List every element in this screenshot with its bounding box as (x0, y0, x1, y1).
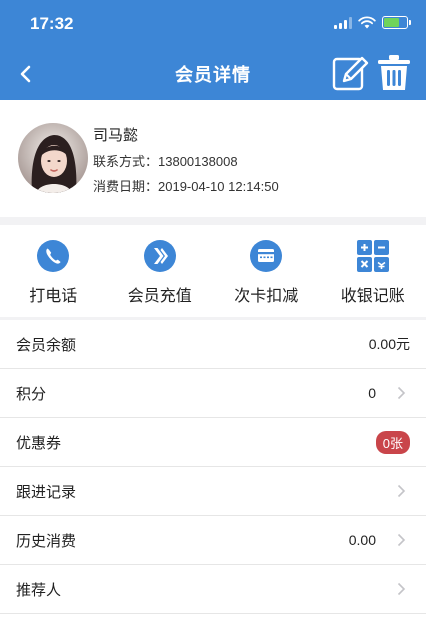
wifi-icon (358, 16, 376, 29)
card-deduct-button[interactable]: 次卡扣减 (213, 225, 320, 317)
signal-icon (334, 16, 352, 29)
chevron-right-icon (397, 386, 406, 400)
member-name: 司马懿 (93, 127, 139, 144)
trash-icon[interactable] (376, 54, 412, 92)
avatar (18, 123, 88, 193)
points-label: 积分 (16, 385, 47, 403)
date-value: 2019-04-10 12:14:50 (158, 179, 279, 194)
phone-icon (37, 240, 70, 272)
call-label: 打电话 (29, 288, 78, 305)
member-profile: 司马懿 联系方式：13800138008 消费日期：2019-04-10 12:… (0, 100, 426, 217)
cashier-label: 收银记账 (340, 288, 405, 305)
chevron-right-icon (397, 533, 406, 547)
history-row[interactable]: 历史消费 0.00 (0, 516, 426, 565)
navigation-bar: 会员详情 (0, 48, 426, 100)
balance-row: 会员余额 0.00元 (0, 320, 426, 369)
card-deduct-icon (250, 240, 283, 272)
calculator-icon (356, 240, 389, 272)
contact-label: 联系方式： (93, 154, 159, 169)
balance-value: 0.00元 (368, 336, 410, 352)
balance-label: 会员余额 (16, 336, 77, 354)
action-bar: 打电话 会员充值 次卡扣减 收银记账 (0, 225, 426, 317)
date-line: 消费日期：2019-04-10 12:14:50 (93, 176, 279, 195)
points-row[interactable]: 积分 0 (0, 369, 426, 418)
referrer-row[interactable]: 推荐人 (0, 565, 426, 614)
chevron-right-icon (397, 582, 406, 596)
member-detail-list: 会员余额 0.00元 积分 0 优惠券 0张 跟进记录 历史消费 0.00 推荐… (0, 320, 426, 632)
battery-icon (382, 16, 411, 29)
member-info: 司马懿 联系方式：13800138008 消费日期：2019-04-10 12:… (93, 124, 279, 201)
coupon-count-badge: 0张 (375, 430, 410, 454)
edit-icon[interactable] (332, 54, 370, 92)
followup-label: 跟进记录 (16, 483, 77, 501)
points-value: 0 (368, 385, 376, 401)
chevron-right-icon (397, 484, 406, 498)
history-label: 历史消费 (16, 532, 77, 550)
status-bar: 17:32 (0, 0, 426, 48)
top-bar: 17:32 会员详情 (0, 0, 426, 100)
status-time: 17:32 (30, 14, 74, 33)
followup-row[interactable]: 跟进记录 (0, 467, 426, 516)
date-label: 消费日期： (93, 179, 159, 194)
recharge-label: 会员充值 (127, 288, 192, 305)
status-icons (334, 16, 411, 29)
coupons-row[interactable]: 优惠券 0张 (0, 418, 426, 467)
cashier-button[interactable]: 收银记账 (320, 225, 426, 317)
coupons-label: 优惠券 (16, 434, 62, 452)
card-deduct-label: 次卡扣减 (234, 288, 299, 305)
contact-value: 13800138008 (158, 154, 238, 169)
recharge-button[interactable]: 会员充值 (107, 225, 214, 317)
referrer-label: 推荐人 (16, 581, 62, 599)
history-value: 0.00 (348, 532, 376, 548)
call-button[interactable]: 打电话 (0, 225, 107, 317)
recharge-icon (143, 240, 176, 272)
contact-line: 联系方式：13800138008 (93, 151, 279, 170)
